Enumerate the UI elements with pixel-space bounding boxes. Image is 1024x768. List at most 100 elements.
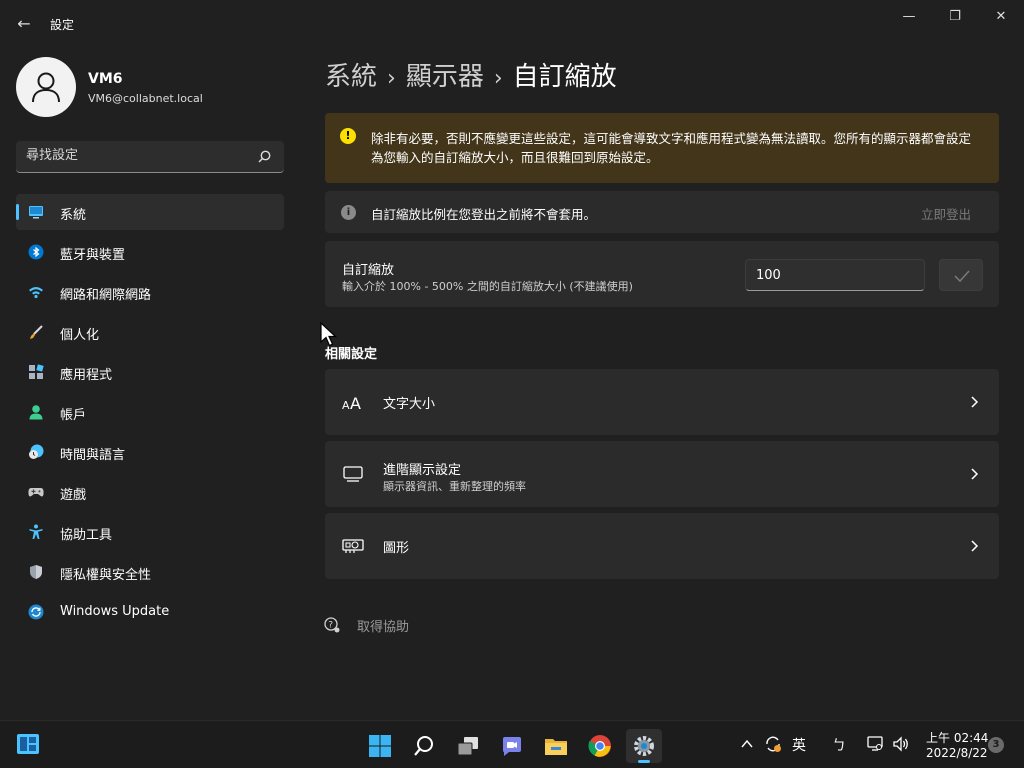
sidebar-item-label: 帳戶 <box>60 408 87 423</box>
ime-mode-indicator[interactable]: ㄅ <box>832 735 846 755</box>
sidebar-item-gaming[interactable]: 遊戲 <box>16 474 284 510</box>
sidebar-item-accessibility[interactable]: 協助工具 <box>16 514 284 550</box>
breadcrumb-separator: › <box>493 66 503 91</box>
svg-text:A: A <box>350 394 361 411</box>
breadcrumb-separator: › <box>387 66 396 91</box>
sync-warning-icon[interactable] <box>764 735 782 753</box>
sidebar-item-label: Windows Update <box>60 604 170 619</box>
sidebar-item-windows-update[interactable]: Windows Update <box>16 594 284 630</box>
graphics-card-icon <box>342 539 364 553</box>
chevron-right-icon <box>971 540 979 552</box>
search-icon <box>414 736 433 756</box>
mouse-cursor-icon <box>320 322 338 347</box>
sidebar-item-label: 應用程式 <box>60 368 113 383</box>
user-email: VM6@collabnet.local <box>88 92 203 105</box>
sign-out-now-button[interactable]: 立即登出 <box>921 204 971 223</box>
chat-button[interactable] <box>494 729 530 763</box>
get-help-label: 取得協助 <box>357 620 410 635</box>
file-explorer-button[interactable] <box>538 729 574 763</box>
chevron-right-icon <box>971 468 979 480</box>
volume-icon[interactable] <box>892 735 910 753</box>
breadcrumb: 系統 › 顯示器 › 自訂縮放 <box>325 56 617 93</box>
page-title: 自訂縮放 <box>512 62 617 92</box>
sidebar-item-label: 系統 <box>60 208 87 223</box>
warning-text: 除非有必要，否則不應變更這些設定，這可能會導致文字和應用程式變為無法讀取。您所有… <box>371 131 972 165</box>
signout-info-card: i 自訂縮放比例在您登出之前將不會套用。 立即登出 <box>325 191 999 233</box>
checkmark-icon <box>954 270 970 283</box>
sidebar-item-system[interactable]: 系統 <box>16 194 284 230</box>
taskbar: 英 ㄅ 上午 02:44 2022/8/22 3 <box>0 720 1024 768</box>
shield-icon <box>30 565 42 579</box>
svg-text:A: A <box>342 399 350 411</box>
globe-clock-icon <box>29 444 44 459</box>
chrome-button[interactable] <box>582 729 618 763</box>
search-box[interactable] <box>16 141 284 173</box>
windows-logo-icon <box>369 735 391 757</box>
sidebar-item-label: 遊戲 <box>60 488 87 503</box>
advanced-display-link[interactable]: 進階顯示設定 顯示器資訊、重新整理的頻率 <box>325 441 999 507</box>
close-icon: ✕ <box>995 9 1007 24</box>
sidebar-item-personalization[interactable]: 個人化 <box>16 314 284 350</box>
close-button[interactable]: ✕ <box>978 6 1024 28</box>
user-name: VM6 <box>88 71 123 87</box>
back-arrow-icon: ← <box>17 14 31 33</box>
person-icon <box>29 405 43 420</box>
sidebar-item-label: 藍牙與裝置 <box>60 248 126 263</box>
breadcrumb-display[interactable]: 顯示器 <box>406 62 484 92</box>
info-text: 自訂縮放比例在您登出之前將不會套用。 <box>371 207 597 222</box>
task-view-button[interactable] <box>450 729 486 763</box>
sidebar-item-network[interactable]: 網路和網際網路 <box>16 274 284 310</box>
sidebar-item-label: 個人化 <box>60 328 100 343</box>
start-button[interactable] <box>362 729 398 763</box>
widgets-icon[interactable] <box>16 733 40 755</box>
chevron-up-icon[interactable] <box>740 737 754 751</box>
display-icon <box>343 466 363 482</box>
avatar <box>16 57 76 117</box>
svg-text:?: ? <box>328 621 333 631</box>
folder-icon <box>545 739 567 755</box>
gamepad-icon <box>28 488 44 497</box>
search-input[interactable] <box>26 148 246 163</box>
clock-time[interactable]: 上午 02:44 <box>926 729 988 746</box>
clock-date[interactable]: 2022/8/22 <box>926 746 988 760</box>
search-icon <box>258 150 271 163</box>
warning-icon: ! <box>340 128 356 144</box>
sidebar-item-bluetooth-devices[interactable]: 藍牙與裝置 <box>16 234 284 270</box>
link-title: 圖形 <box>383 541 410 556</box>
sidebar-item-privacy-security[interactable]: 隱私權與安全性 <box>16 554 284 590</box>
sidebar-item-time-language[interactable]: 時間與語言 <box>16 434 284 470</box>
custom-scaling-description: 輸入介於 100% - 500% 之間的自訂縮放大小 (不建議使用) <box>342 280 633 293</box>
text-size-link[interactable]: AA 文字大小 <box>325 369 999 435</box>
brush-icon <box>30 325 43 339</box>
sidebar-item-label: 網路和網際網路 <box>60 288 152 303</box>
minimize-button[interactable]: — <box>886 6 932 28</box>
app-title: 設定 <box>50 18 75 32</box>
maximize-button[interactable]: ❐ <box>932 6 978 28</box>
breadcrumb-system[interactable]: 系統 <box>325 62 377 92</box>
user-profile[interactable]: VM6 VM6@collabnet.local <box>16 57 286 117</box>
link-title: 文字大小 <box>383 397 436 412</box>
settings-taskbar-button[interactable] <box>626 729 662 763</box>
custom-scaling-card: 自訂縮放 輸入介於 100% - 500% 之間的自訂縮放大小 (不建議使用) <box>325 241 999 307</box>
apply-scaling-button[interactable] <box>939 259 983 291</box>
accessibility-icon <box>29 524 43 539</box>
graphics-link[interactable]: 圖形 <box>325 513 999 579</box>
sidebar-item-label: 時間與語言 <box>60 448 126 463</box>
sidebar-item-label: 隱私權與安全性 <box>60 568 152 583</box>
ime-language-indicator[interactable]: 英 <box>792 735 806 755</box>
sidebar-item-apps[interactable]: 應用程式 <box>16 354 284 390</box>
teams-chat-icon <box>503 737 521 756</box>
gear-icon <box>634 736 654 756</box>
notification-badge[interactable]: 3 <box>988 737 1004 753</box>
taskbar-search-button[interactable] <box>406 729 442 763</box>
sidebar-item-label: 協助工具 <box>60 528 113 543</box>
sidebar-item-accounts[interactable]: 帳戶 <box>16 394 284 430</box>
person-avatar-icon <box>32 72 60 103</box>
back-button[interactable]: ← <box>12 12 36 36</box>
warning-banner: ! 除非有必要，否則不應變更這些設定，這可能會導致文字和應用程式變為無法讀取。您… <box>325 113 999 183</box>
network-wired-icon[interactable] <box>866 735 884 753</box>
title-bar: ← 設定 — ❐ ✕ <box>0 0 1024 46</box>
link-title: 進階顯示設定 <box>383 463 462 478</box>
custom-scaling-input[interactable] <box>745 259 925 291</box>
restore-icon: ❐ <box>949 9 961 24</box>
